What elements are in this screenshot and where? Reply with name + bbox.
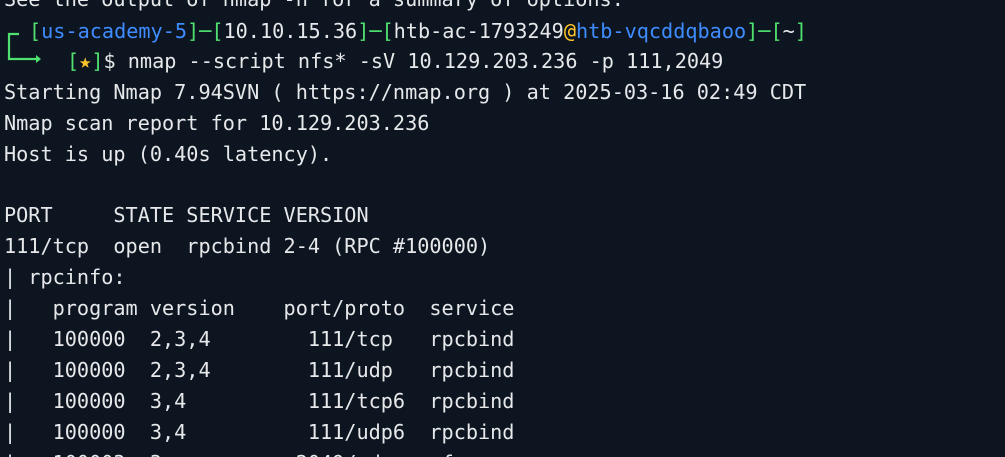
command-line[interactable]: [★]$ nmap --script nfs* -sV 10.129.203.2…	[67, 46, 723, 77]
prompt-separator: ─	[758, 19, 771, 43]
output-line-host-up: Host is up (0.40s latency).	[4, 142, 333, 166]
prompt-bracket: [	[211, 19, 224, 43]
prompt-bracket: ]	[794, 19, 807, 43]
prompt-ip: 10.10.15.36	[223, 19, 358, 43]
output-line-rpc-header: | program version port/proto service	[4, 296, 515, 320]
prompt-line-1: [us-academy-5]─[10.10.15.36]─[htb-ac-179…	[29, 16, 807, 47]
prompt-path: ~	[782, 19, 795, 43]
terminal-window[interactable]: See the output of nmap -h for a summary …	[0, 0, 1005, 457]
prompt-bracket: ]	[357, 19, 370, 43]
prompt-bracket: ]	[187, 19, 200, 43]
output-line-rpc-row-partial: | 100003 3 2049/udp nfs	[4, 448, 466, 457]
star-bracket: [	[67, 49, 80, 73]
command-text: nmap --script nfs* -sV 10.129.203.236 -p…	[127, 49, 724, 73]
output-line-port-header: PORT STATE SERVICE VERSION	[4, 203, 369, 227]
prompt-separator: ─	[199, 19, 212, 43]
prompt-login: htb-ac-1793249	[393, 19, 564, 43]
output-line-port-111: 111/tcp open rpcbind 2-4 (RPC #100000)	[4, 234, 491, 258]
output-line-rpc-row: | 100000 3,4 111/udp6 rpcbind	[4, 420, 515, 444]
prompt-bracket: [	[770, 19, 783, 43]
output-line-rpcinfo: | rpcinfo:	[4, 265, 126, 289]
prompt-bracket: [	[381, 19, 394, 43]
prompt-bracket: ]	[746, 19, 759, 43]
prompt-host: htb-vqcddqbaoo	[575, 19, 747, 43]
prompt-at-sign: @	[563, 19, 576, 43]
output-line-scan-report: Nmap scan report for 10.129.203.236	[4, 111, 430, 135]
output-line-rpc-row: | 100000 2,3,4 111/tcp rpcbind	[4, 327, 515, 351]
prompt-user: us-academy-5	[41, 19, 188, 43]
output-line-rpc-row: | 100000 3,4 111/tcp6 rpcbind	[4, 389, 515, 413]
output-line-nmap-start: Starting Nmap 7.94SVN ( https://nmap.org…	[4, 80, 807, 104]
terminal-top-line: See the output of nmap -h for a summary …	[4, 0, 624, 15]
prompt-separator: ─	[369, 19, 382, 43]
prompt-bracket: [	[29, 19, 42, 43]
output-line-rpc-row: | 100000 2,3,4 111/udp rpcbind	[4, 358, 515, 382]
star-bracket: ]	[91, 49, 104, 73]
prompt-dollar: $	[103, 49, 116, 73]
star-icon: ★	[79, 49, 92, 73]
